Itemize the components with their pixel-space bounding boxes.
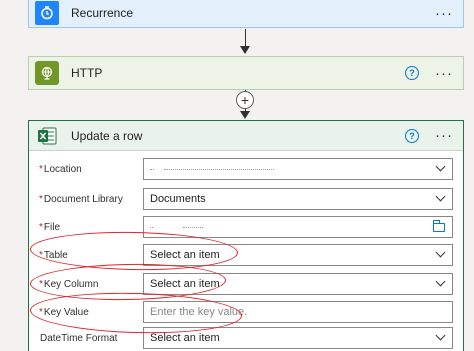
field-label: *Key Column xyxy=(39,278,99,290)
table-row: *Table Select an item xyxy=(39,244,453,266)
field-placeholder: Enter the key value. xyxy=(150,306,248,318)
document-library-dropdown[interactable]: Documents xyxy=(143,188,453,210)
file-row: *File xyxy=(39,216,453,238)
redacted-value xyxy=(183,226,203,228)
card-title: HTTP xyxy=(71,66,103,80)
more-options-icon[interactable]: ··· xyxy=(435,128,453,143)
key-column-row: *Key Column Select an item xyxy=(39,273,453,295)
redacted-value xyxy=(150,226,153,228)
location-dropdown[interactable] xyxy=(143,158,453,180)
field-value: Select an item xyxy=(150,249,220,261)
recurrence-card[interactable]: Recurrence ··· xyxy=(28,0,464,28)
chevron-down-icon xyxy=(435,191,446,202)
help-icon[interactable]: ? xyxy=(405,128,419,143)
key-value-input[interactable]: Enter the key value. xyxy=(143,301,453,323)
field-label: *Document Library xyxy=(39,193,123,205)
field-value: Select an item xyxy=(150,278,220,290)
excel-icon xyxy=(35,124,59,148)
chevron-down-icon xyxy=(435,276,446,287)
redacted-value xyxy=(150,168,154,170)
field-label: *Key Value xyxy=(39,306,89,318)
field-label: *File xyxy=(39,221,61,233)
table-dropdown[interactable]: Select an item xyxy=(143,244,453,266)
field-label: DateTime Format xyxy=(40,332,118,344)
field-value: Documents xyxy=(150,193,206,205)
redacted-value xyxy=(164,168,274,170)
folder-icon[interactable] xyxy=(433,220,445,232)
location-row: *Location xyxy=(39,158,453,180)
more-options-icon[interactable]: ··· xyxy=(435,66,453,81)
chevron-down-icon xyxy=(435,330,446,341)
help-icon[interactable]: ? xyxy=(405,66,419,80)
card-header[interactable]: Update a row ? ··· xyxy=(29,121,463,151)
card-title: Recurrence xyxy=(71,6,134,20)
chevron-down-icon xyxy=(435,161,446,172)
datetime-format-dropdown[interactable]: Select an item xyxy=(143,327,453,349)
chevron-down-icon xyxy=(435,247,446,258)
card-title: Update a row xyxy=(71,128,143,143)
http-card[interactable]: HTTP ? ··· xyxy=(28,56,464,90)
field-value: Select an item xyxy=(150,332,220,344)
field-label: *Location xyxy=(39,163,82,175)
key-value-row: *Key Value Enter the key value. xyxy=(39,301,453,323)
file-picker[interactable] xyxy=(143,216,453,238)
update-row-card: Update a row ? ··· *Location *Document L… xyxy=(28,120,464,351)
field-label: *Table xyxy=(39,249,68,261)
more-options-icon[interactable]: ··· xyxy=(435,6,453,21)
clock-icon xyxy=(35,1,59,25)
datetime-format-row: DateTime Format Select an item xyxy=(39,327,453,349)
arrow-down-icon xyxy=(240,46,250,54)
arrow-down-icon xyxy=(240,111,250,119)
key-column-dropdown[interactable]: Select an item xyxy=(143,273,453,295)
document-library-row: *Document Library Documents xyxy=(39,188,453,210)
globe-icon xyxy=(35,61,59,85)
add-step-button[interactable]: + xyxy=(236,91,254,109)
